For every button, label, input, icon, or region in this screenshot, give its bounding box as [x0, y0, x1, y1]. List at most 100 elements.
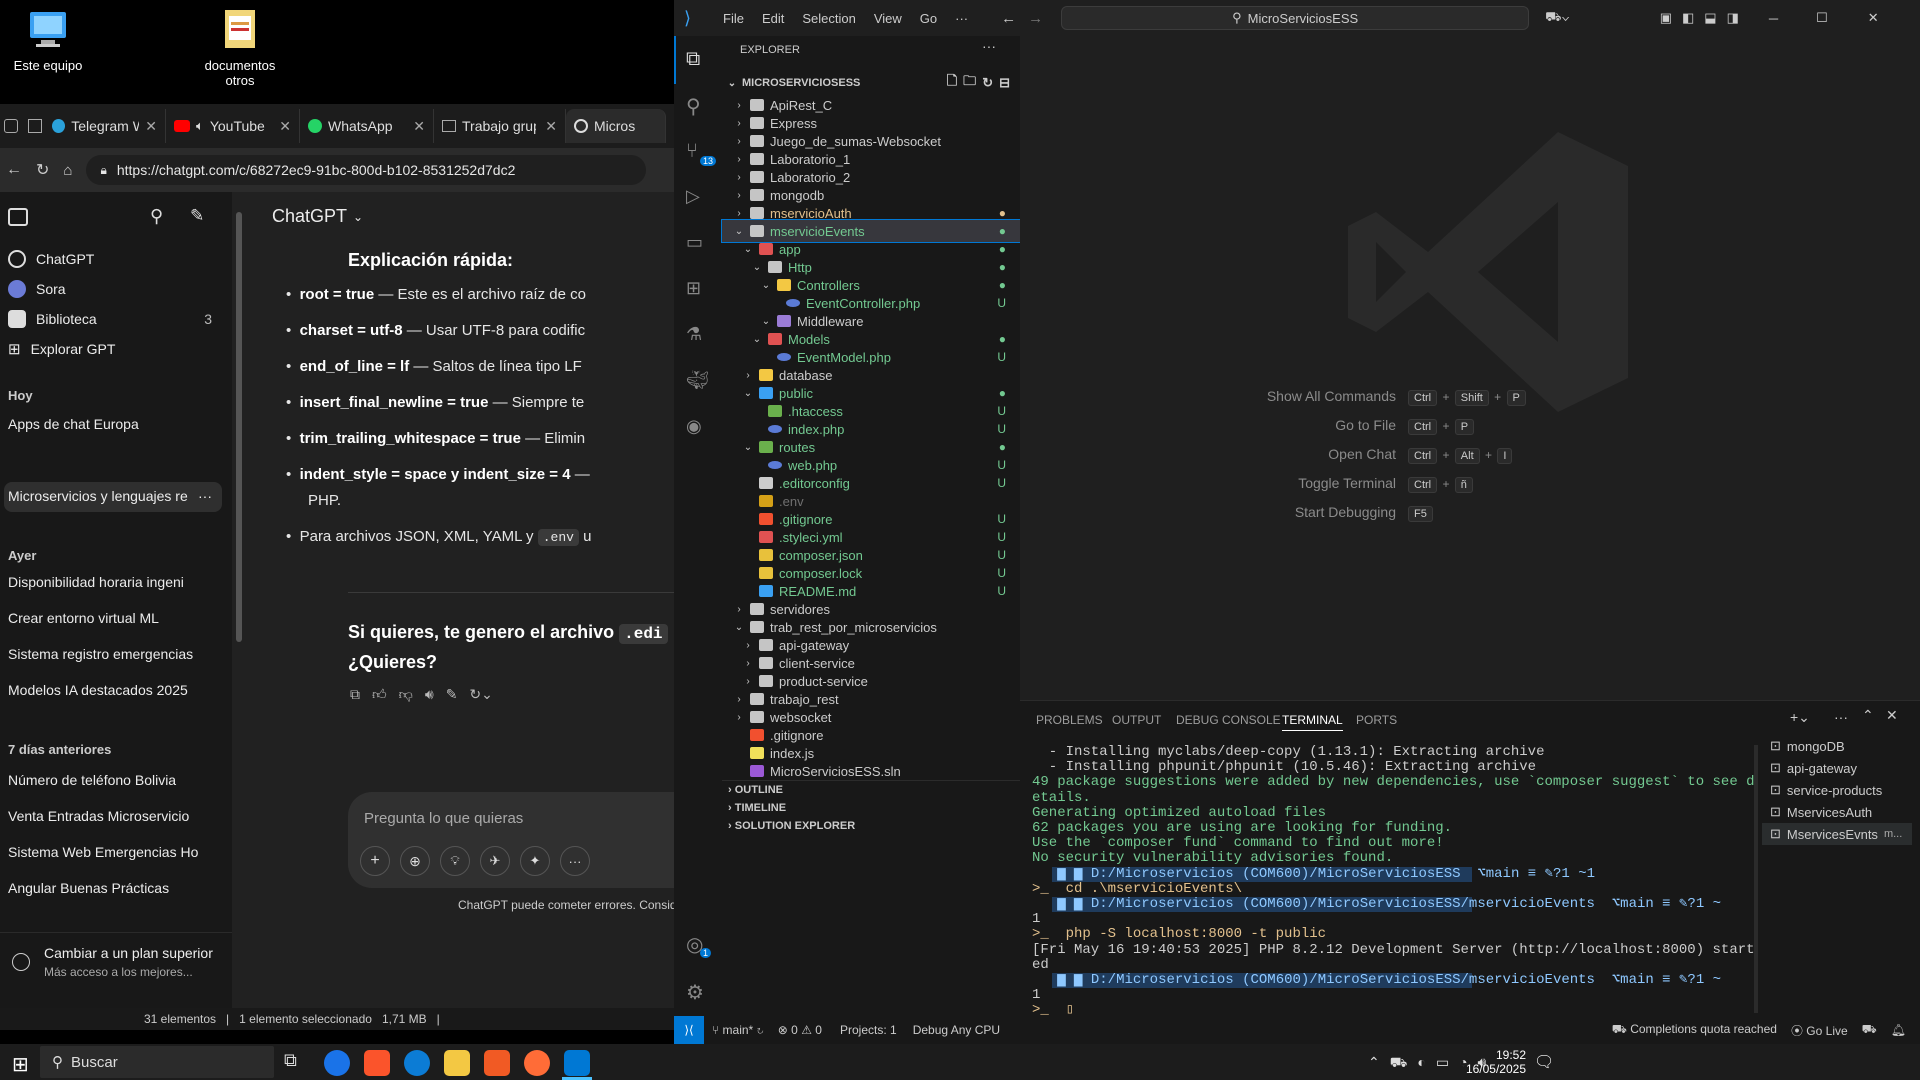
edit-icon[interactable]: ✎ — [446, 686, 458, 703]
terminal-output[interactable]: - Installing myclabs/deep-copy (1.13.1):… — [1032, 744, 1755, 1019]
more-tools-icon[interactable]: ··· — [560, 846, 590, 876]
menu-view[interactable]: View — [865, 11, 911, 26]
remote-explorer-icon[interactable]: ▭ — [686, 232, 710, 256]
home-icon[interactable]: ⌂ — [63, 162, 72, 179]
tab-output[interactable]: OUTPUT — [1112, 713, 1161, 727]
tab-terminal[interactable]: TERMINAL — [1282, 713, 1343, 731]
reload-icon[interactable]: ↻ — [36, 160, 49, 180]
telescope-icon[interactable]: ✈︎ — [480, 846, 510, 876]
copilot-tray-icon[interactable]: ⛟ — [1390, 1054, 1408, 1073]
terminal-item[interactable]: ⊡ service-products — [1762, 779, 1912, 801]
collapse-all-icon[interactable]: ⊟ — [999, 75, 1010, 91]
remote-icon[interactable]: ⟩⟨ — [674, 1016, 704, 1044]
tab-trabajo[interactable]: Trabajo grupo ✕ — [434, 109, 566, 143]
chat-item[interactable]: Angular Buenas Prácticas — [8, 880, 169, 896]
tab-actions-icon[interactable] — [28, 119, 42, 133]
taskbar-search[interactable]: ⚲ Buscar — [40, 1046, 274, 1078]
new-file-icon[interactable]: 🗋︎ — [947, 72, 957, 94]
nav-back-icon[interactable]: ← — [1001, 10, 1016, 27]
notification-center-icon[interactable]: 🗨︎ — [1534, 1052, 1554, 1072]
close-tab-icon[interactable]: ✕ — [545, 118, 557, 135]
projects-item[interactable]: Projects: 1 — [840, 1023, 897, 1037]
thumbs-down-icon[interactable]: 👎︎ — [399, 686, 413, 703]
close-tab-icon[interactable]: ✕ — [279, 118, 291, 135]
chat-item[interactable]: Sistema registro emergencias — [8, 646, 193, 662]
clock[interactable]: 19:52 16/05/2025 — [1462, 1048, 1526, 1076]
shortcut-hint[interactable]: Start Debugging — [1295, 504, 1396, 520]
extensions-icon[interactable]: ⊞ — [686, 278, 710, 302]
shortcut-hint[interactable]: Open Chat — [1328, 446, 1396, 462]
copilot-status-icon[interactable]: ⛟ — [1862, 1022, 1877, 1038]
search-icon[interactable]: ⚲ — [150, 206, 163, 227]
sidebar-item-biblioteca[interactable]: Biblioteca 3 — [8, 310, 212, 328]
tree-file[interactable]: MicroServiciosESS.sln — [722, 760, 1020, 782]
run-debug-icon[interactable]: ▷ — [686, 186, 710, 210]
read-aloud-icon[interactable]: 🔊︎ — [425, 686, 434, 703]
shortcut-hint[interactable]: Go to File — [1335, 417, 1396, 433]
image-gen-icon[interactable]: ✦ — [520, 846, 550, 876]
close-icon[interactable]: ✕ — [1868, 10, 1879, 26]
meet-icon[interactable]: ◐ — [1417, 1054, 1425, 1073]
plus-icon[interactable]: + — [360, 846, 390, 876]
solution-explorer-section[interactable]: › SOLUTION EXPLORER — [728, 820, 855, 832]
chat-item[interactable]: Disponibilidad horaria ingeni — [8, 574, 184, 590]
maximize-panel-icon[interactable]: ⌃ — [1862, 707, 1874, 724]
menu-selection[interactable]: Selection — [793, 11, 864, 26]
problems-item[interactable]: ⊗ 0 ⚠ 0 — [778, 1023, 822, 1037]
chat-item[interactable]: Microservicios y lenguajes re ··· — [8, 488, 212, 504]
tab-ports[interactable]: PORTS — [1356, 713, 1397, 727]
tab-chatgpt[interactable]: Micros — [566, 109, 666, 143]
back-icon[interactable]: ← — [6, 161, 22, 179]
brave-icon[interactable] — [364, 1050, 390, 1076]
chat-item[interactable]: Número de teléfono Bolivia — [8, 772, 176, 788]
copy-icon[interactable]: ⧉ — [350, 686, 360, 703]
shortcut-hint[interactable]: Toggle Terminal — [1298, 475, 1396, 491]
terminal-item[interactable]: ⊡ mongoDB — [1762, 735, 1912, 757]
copilot-icon[interactable]: ⛟⌄ — [1545, 9, 1570, 27]
terminal-item[interactable]: ⊡ MservicesAuth — [1762, 801, 1912, 823]
quota-item[interactable]: ⛟ Completions quota reached — [1612, 1022, 1777, 1038]
globe-icon[interactable]: ⊕ — [400, 846, 430, 876]
toggle-secondary-icon[interactable]: ◨ — [1727, 10, 1739, 26]
more-actions-icon[interactable]: ··· — [982, 38, 996, 54]
shortcut-hint[interactable]: Show All Commands — [1267, 388, 1396, 404]
sidebar-item-sora[interactable]: Sora — [8, 280, 66, 298]
menu-edit[interactable]: Edit — [753, 11, 793, 26]
minimize-icon[interactable]: ─ — [1769, 11, 1778, 26]
desktop-icon-documentos[interactable]: documentos otros — [180, 6, 300, 88]
windows-start-icon[interactable]: ⊞ — [12, 1052, 29, 1077]
address-bar[interactable]: 🔒︎ https://chatgpt.com/c/68272ec9-91bc-8… — [86, 155, 647, 185]
settings-gear-icon[interactable]: ⚙ — [686, 980, 710, 1004]
notifications-icon[interactable]: 🔔︎ — [1891, 1023, 1906, 1037]
tab-whatsapp[interactable]: WhatsApp ✕ — [300, 109, 434, 143]
thumbs-up-icon[interactable]: 👍︎ — [372, 686, 387, 703]
github-icon[interactable]: ◉ — [686, 416, 710, 440]
app-icon-c[interactable] — [324, 1050, 350, 1076]
more-options-icon[interactable]: ··· — [198, 488, 212, 504]
desktop-icon-este-equipo[interactable]: Este equipo — [0, 6, 108, 73]
chat-item[interactable]: Venta Entradas Microservicio — [8, 808, 189, 824]
edge-icon[interactable] — [404, 1050, 430, 1076]
more-icon[interactable]: ··· — [1834, 709, 1848, 725]
xampp-icon[interactable] — [484, 1050, 510, 1076]
close-tab-icon[interactable]: ✕ — [145, 118, 157, 135]
nav-forward-icon[interactable]: → — [1028, 10, 1043, 27]
workspace-root[interactable]: ⌄ MICROSERVICIOSESS 🗋︎ 🗀︎ ↻ ⊟ — [722, 72, 1020, 94]
tab-problems[interactable]: PROBLEMS — [1036, 713, 1103, 727]
chat-item[interactable]: Apps de chat Europa — [8, 416, 139, 432]
timeline-section[interactable]: › TIMELINE — [728, 802, 786, 814]
monitor-icon[interactable]: ▭ — [1436, 1054, 1449, 1073]
menu-go[interactable]: Go — [911, 11, 946, 26]
new-terminal-icon[interactable]: +⌄ — [1790, 709, 1810, 726]
golive-item[interactable]: ⦿ Go Live — [1791, 1022, 1848, 1039]
model-selector[interactable]: ChatGPT ⌄ — [272, 206, 363, 227]
close-panel-icon[interactable]: ✕ — [1886, 707, 1898, 724]
toggle-sidebar-icon[interactable]: ◧ — [1682, 10, 1694, 26]
task-view-icon[interactable]: ⧉ — [284, 1050, 310, 1076]
chevron-up-icon[interactable]: ⌃ — [1368, 1054, 1380, 1073]
debug-config-item[interactable]: Debug Any CPU — [913, 1023, 1000, 1037]
outline-section[interactable]: › OUTLINE — [728, 784, 783, 796]
file-explorer-icon[interactable] — [444, 1050, 470, 1076]
refresh-icon[interactable]: ↻ — [982, 75, 993, 91]
layout-icon[interactable]: ▣ — [1660, 10, 1672, 26]
